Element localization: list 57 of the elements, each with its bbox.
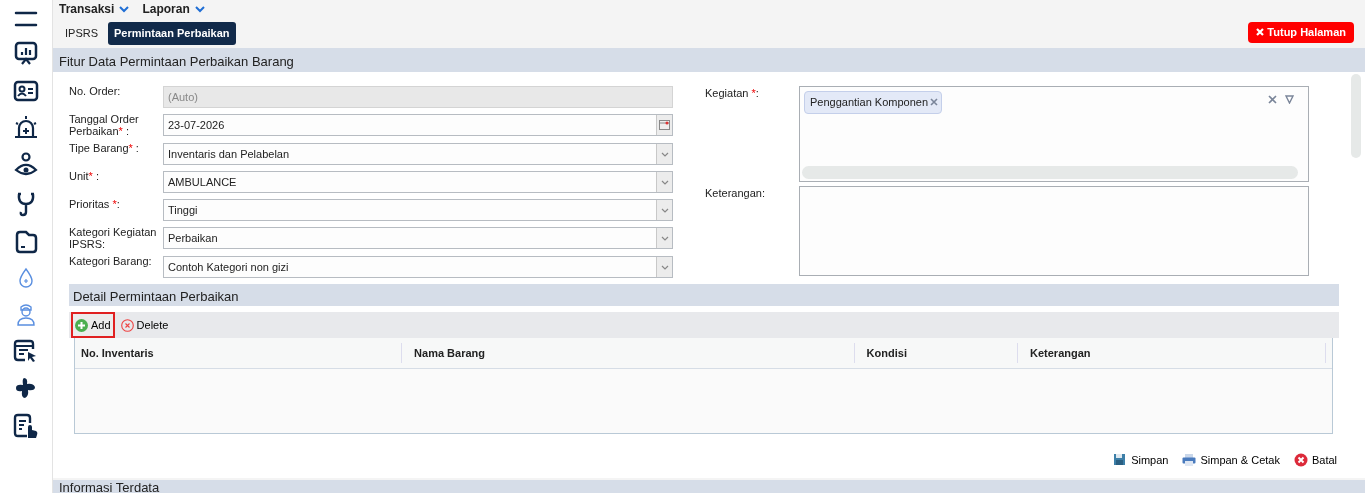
chevron-down-icon <box>660 207 669 213</box>
delete-button[interactable]: Delete <box>116 312 173 339</box>
remove-icon[interactable] <box>930 98 939 107</box>
close-icon <box>1256 28 1265 37</box>
siren-icon[interactable] <box>13 115 39 139</box>
dropdown-field[interactable]: AMBULANCE <box>163 171 673 194</box>
calendar-icon <box>659 120 670 130</box>
field-label: Tipe Barang* : <box>69 143 140 157</box>
multi-select-field[interactable]: Penggantian Komponen <box>799 86 1309 182</box>
field-label: Keterangan: <box>705 186 766 201</box>
scrollbar[interactable] <box>1351 74 1361 158</box>
clear-icon[interactable] <box>1268 95 1277 104</box>
save-print-button[interactable]: Simpan & Cetak <box>1182 451 1280 469</box>
save-icon <box>1113 453 1128 468</box>
chevron-down-icon <box>660 151 669 157</box>
cancel-button[interactable]: Batal <box>1293 451 1337 469</box>
chevron-down-icon <box>118 4 131 14</box>
selected-tag: Penggantian Komponen <box>804 91 943 114</box>
id-card-icon[interactable] <box>13 80 39 102</box>
field-label: No. Order: <box>69 86 122 99</box>
cancel-circle-icon <box>120 318 134 332</box>
field-label: Kategori Barang: <box>69 256 153 270</box>
section-header: Fitur Data Permintaan Perbaikan Barang <box>53 48 1365 72</box>
filter-arrow-icon[interactable] <box>1285 95 1294 104</box>
chevron-down-icon <box>660 179 669 185</box>
nurse-icon[interactable] <box>15 302 37 326</box>
field-label: Kegiatan *: <box>705 86 760 101</box>
chevron-down-icon <box>660 264 669 270</box>
field-label: Prioritas *: <box>69 199 121 213</box>
document-hand-icon[interactable] <box>13 413 39 439</box>
field-label: Kategori Kegiatan IPSRS: <box>69 227 158 251</box>
presentation-chart-icon[interactable] <box>14 41 38 67</box>
section-header: Detail Permintaan Perbaikan <box>69 284 1339 307</box>
close-page-button[interactable]: Tutup Halaman <box>1248 22 1354 43</box>
dropdown-field[interactable]: Inventaris dan Pelabelan <box>163 143 673 166</box>
person-eye-icon[interactable] <box>14 152 38 178</box>
dropdown-field[interactable]: Contoh Kategori non gizi <box>163 256 673 279</box>
field-label: Unit* : <box>69 171 100 185</box>
menu-item[interactable]: Laporan <box>142 0 206 18</box>
menu-icon[interactable] <box>14 10 38 28</box>
folder-icon[interactable] <box>14 230 38 254</box>
dropdown-field[interactable]: Perbaikan <box>163 227 673 250</box>
cancel-icon <box>1293 453 1308 468</box>
menu-item[interactable]: Transaksi <box>59 0 131 18</box>
tab[interactable]: IPSRS <box>59 22 104 45</box>
section-header: Informasi Terdata <box>53 480 1365 493</box>
tab[interactable]: Permintaan Perbaikan <box>108 22 236 45</box>
save-button[interactable]: Simpan <box>1113 451 1169 469</box>
printer-icon <box>1182 453 1197 468</box>
chevron-down-icon <box>193 4 206 14</box>
plus-circle-icon <box>75 318 88 332</box>
field-label: Tanggal Order Perbaikan* : <box>69 114 140 138</box>
dropdown-field[interactable]: Tinggi <box>163 199 673 222</box>
add-button[interactable]: Add <box>71 312 115 339</box>
chevron-down-icon <box>660 235 669 241</box>
date-field[interactable]: 23-07-2026 <box>163 114 673 136</box>
water-drop-icon[interactable] <box>17 267 35 289</box>
